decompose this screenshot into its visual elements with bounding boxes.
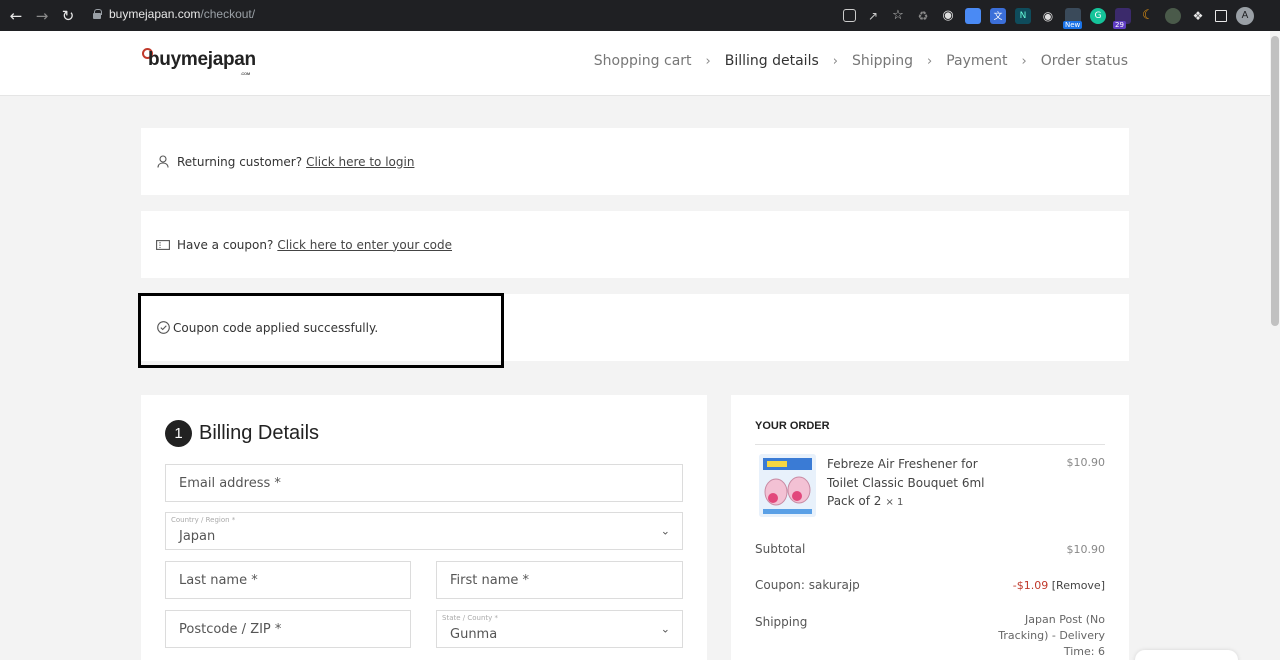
shipping-method-value: Japan Post (No Tracking) - Delivery Time… (998, 613, 1105, 658)
browser-toolbar: ← → ↻ buymejapan.com/checkout/ ↗ ☆ ♻ ◉ 文… (0, 0, 1280, 31)
bookmark-star-icon[interactable]: ☆ (890, 8, 906, 24)
chevron-right-icon: › (927, 53, 933, 69)
product-price: $10.90 (1066, 456, 1106, 469)
translate-extension-icon[interactable]: 文 (990, 7, 1006, 24)
docs-extension-icon[interactable] (965, 7, 981, 24)
side-panel-icon[interactable] (1215, 9, 1227, 22)
chevron-down-icon: ⌄ (660, 622, 670, 636)
user-icon (156, 155, 170, 168)
site-header: buymejapan .COM Shopping cart › Billing … (0, 31, 1270, 96)
scrollbar-thumb[interactable] (1271, 36, 1279, 326)
chevron-right-icon: › (1021, 53, 1027, 69)
order-summary-panel: YOUR ORDER Febreze Air Freshener for Toi… (731, 395, 1129, 660)
install-app-icon[interactable] (843, 9, 856, 22)
subtotal-label: Subtotal (755, 542, 806, 556)
subtotal-value: $10.90 (1066, 543, 1106, 556)
coupon-success-notice: Coupon code applied successfully. (141, 294, 1129, 361)
extensions-bar: ↗ ☆ ♻ ◉ 文 N ◉ New G 29 ☾ ❖ A (843, 0, 1280, 31)
profile-avatar[interactable]: A (1236, 6, 1254, 25)
returning-customer-text: Returning customer? (177, 154, 303, 169)
coupon-label: Coupon: sakurajp (755, 578, 860, 592)
new-extension-icon[interactable]: New (1063, 7, 1083, 29)
url-host: buymejapan.com (109, 7, 201, 21)
lock-icon (93, 9, 102, 19)
email-field[interactable]: Email address * (165, 464, 683, 502)
login-link[interactable]: Click here to login (306, 155, 414, 169)
returning-customer-notice: Returning customer? Click here to login (141, 128, 1129, 195)
product-name: Febreze Air Freshener for Toilet Classic… (827, 457, 985, 508)
globe-extension-icon[interactable]: ◉ (940, 8, 956, 24)
coupon-discount-row: -$1.09 [Remove] (1013, 579, 1105, 592)
site-logo[interactable]: buymejapan .COM (142, 48, 256, 76)
reload-icon[interactable]: ↻ (55, 0, 81, 31)
disabled-extension-icon[interactable] (1165, 7, 1181, 24)
product-quantity: × 1 (885, 497, 904, 508)
camera-extension-icon[interactable]: ◉ (1040, 8, 1056, 24)
ticket-icon (156, 239, 170, 250)
url-path: /checkout/ (200, 7, 256, 21)
share-icon[interactable]: ↗ (865, 8, 881, 24)
back-icon[interactable]: ← (3, 0, 29, 31)
divider (755, 444, 1105, 445)
chevron-right-icon: › (832, 53, 838, 69)
check-circle-icon (156, 321, 170, 334)
billing-title: 1 Billing Details (165, 420, 319, 447)
shipping-label: Shipping (755, 615, 808, 629)
state-select[interactable]: State / County * Gunma ⌄ (436, 610, 683, 648)
coupon-success-text: Coupon code applied successfully. (173, 320, 379, 335)
enter-coupon-link[interactable]: Click here to enter your code (277, 238, 452, 252)
step-shipping[interactable]: Shipping (852, 53, 913, 69)
chevron-right-icon: › (705, 53, 711, 69)
coupon-notice: Have a coupon? Click here to enter your … (141, 211, 1129, 278)
checkout-steps: Shopping cart › Billing details › Shippi… (594, 53, 1128, 69)
step-number-badge: 1 (165, 420, 192, 447)
forward-icon[interactable]: → (29, 0, 55, 31)
extensions-puzzle-icon[interactable]: ❖ (1190, 8, 1206, 24)
step-order-status[interactable]: Order status (1041, 53, 1128, 69)
last-name-field[interactable]: Last name * (165, 561, 411, 599)
address-bar[interactable]: buymejapan.com/checkout/ (93, 7, 255, 21)
chat-widget-tab[interactable] (1135, 650, 1238, 660)
postcode-field[interactable]: Postcode / ZIP * (165, 610, 411, 648)
counter-extension-icon[interactable]: 29 (1113, 7, 1131, 29)
chevron-down-icon: ⌄ (660, 524, 670, 538)
step-billing-details[interactable]: Billing details (725, 53, 819, 69)
grammarly-icon[interactable]: G (1090, 7, 1106, 24)
billing-details-panel: 1 Billing Details Email address * Countr… (141, 395, 707, 660)
first-name-field[interactable]: First name * (436, 561, 683, 599)
country-select[interactable]: Country / Region * Japan ⌄ (165, 512, 683, 550)
step-payment[interactable]: Payment (946, 53, 1007, 69)
step-shopping-cart[interactable]: Shopping cart (594, 53, 692, 69)
coupon-discount-value: -$1.09 (1012, 579, 1049, 592)
recycle-extension-icon[interactable]: ♻ (915, 8, 931, 24)
coupon-text: Have a coupon? (177, 237, 274, 252)
order-title: YOUR ORDER (755, 420, 830, 432)
notion-extension-icon[interactable]: N (1015, 7, 1031, 24)
moon-extension-icon[interactable]: ☾ (1140, 8, 1156, 24)
product-thumbnail[interactable] (759, 454, 816, 517)
remove-coupon-link[interactable]: [Remove] (1052, 579, 1105, 592)
